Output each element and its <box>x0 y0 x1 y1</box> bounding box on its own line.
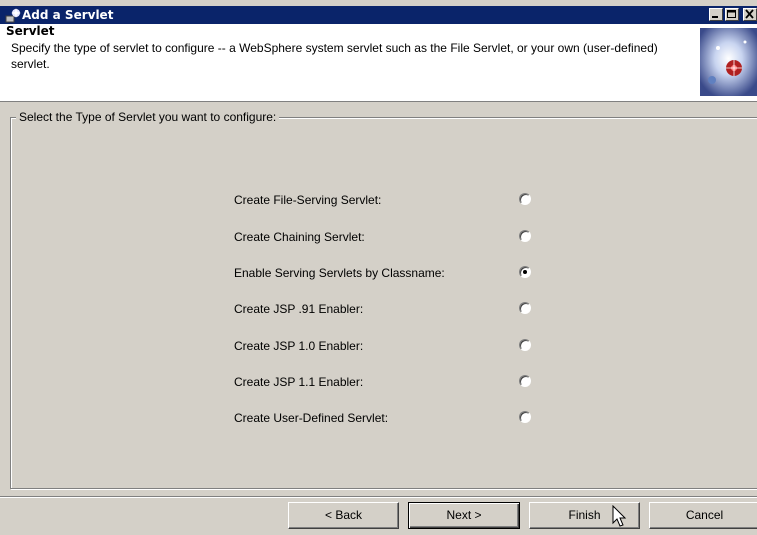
option-label: Create JSP .91 Enabler: <box>234 302 364 316</box>
radio-file-serving[interactable] <box>519 193 531 205</box>
radio-user-defined[interactable] <box>519 411 531 423</box>
cancel-button[interactable]: Cancel <box>649 502 757 529</box>
header-panel: Servlet Specify the type of servlet to c… <box>0 24 757 102</box>
option-chaining[interactable]: Create Chaining Servlet: <box>234 228 554 248</box>
option-file-serving[interactable]: Create File-Serving Servlet: <box>234 191 554 211</box>
bottom-divider <box>0 496 757 498</box>
option-label: Create File-Serving Servlet: <box>234 193 382 207</box>
app-icon <box>5 7 21 23</box>
close-button[interactable] <box>743 8 757 21</box>
back-button[interactable]: < Back <box>288 502 399 529</box>
option-label: Create JSP 1.0 Enabler: <box>234 339 364 353</box>
minimize-button[interactable] <box>709 8 723 21</box>
radio-serve-by-classname[interactable] <box>519 266 531 278</box>
option-label: Create User-Defined Servlet: <box>234 411 389 425</box>
option-jsp-091[interactable]: Create JSP .91 Enabler: <box>234 300 554 320</box>
wizard-graphic-icon <box>700 28 757 96</box>
close-icon <box>745 9 754 19</box>
radio-jsp-10[interactable] <box>519 339 531 351</box>
mouse-pointer-icon <box>612 504 628 529</box>
maximize-button[interactable] <box>725 8 739 21</box>
option-label: Create JSP 1.1 Enabler: <box>234 375 364 389</box>
option-label: Enable Serving Servlets by Classname: <box>234 266 445 280</box>
option-serve-by-classname[interactable]: Enable Serving Servlets by Classname: <box>234 264 554 284</box>
page-description: Specify the type of servlet to configure… <box>11 41 658 71</box>
radio-jsp-091[interactable] <box>519 302 531 314</box>
group-label: Select the Type of Servlet you want to c… <box>16 110 280 124</box>
page-title: Servlet <box>6 24 55 38</box>
option-jsp-10[interactable]: Create JSP 1.0 Enabler: <box>234 337 554 357</box>
add-servlet-dialog: Add a Servlet Servlet Specify the type o… <box>0 0 757 535</box>
radio-selected-dot <box>523 270 527 274</box>
minimize-icon <box>712 16 718 18</box>
maximize-icon <box>727 10 736 18</box>
option-user-defined[interactable]: Create User-Defined Servlet: <box>234 409 554 429</box>
option-jsp-11[interactable]: Create JSP 1.1 Enabler: <box>234 373 554 393</box>
window-title: Add a Servlet <box>22 8 114 22</box>
option-label: Create Chaining Servlet: <box>234 230 365 244</box>
radio-chaining[interactable] <box>519 230 531 242</box>
title-bar[interactable]: Add a Servlet <box>0 6 757 24</box>
radio-jsp-11[interactable] <box>519 375 531 387</box>
next-button[interactable]: Next > <box>408 502 520 529</box>
